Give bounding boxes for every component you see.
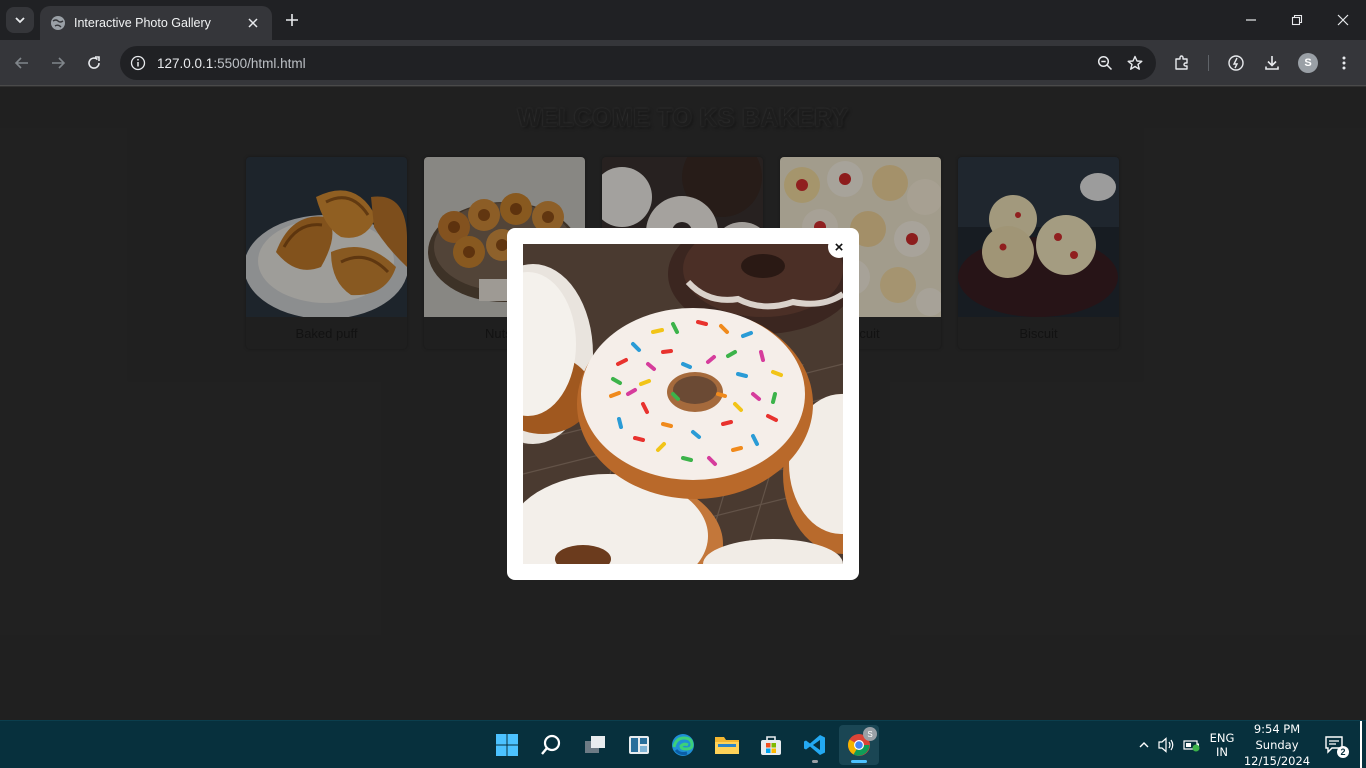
performance-button[interactable] [1224,51,1248,75]
url-text[interactable]: 127.0.0.1:5500/html.html [157,56,1090,71]
chevron-down-icon [15,17,25,24]
close-window-button[interactable] [1320,0,1366,40]
microsoft-store-app[interactable] [751,725,791,765]
clock-time: 9:54 PM [1253,722,1301,736]
minimize-icon [1246,19,1256,21]
vscode-app[interactable] [795,725,835,765]
minimize-button[interactable] [1228,0,1274,40]
battery-charging-icon [1183,740,1200,752]
chrome-app[interactable]: S [839,725,879,765]
browser-tab-active[interactable]: Interactive Photo Gallery [40,6,272,40]
chrome-active-indicator [851,760,867,763]
battery-button[interactable] [1181,721,1203,768]
arrow-right-icon [52,57,66,69]
browser-toolbar: 127.0.0.1:5500/html.html S [0,40,1366,86]
speaker-icon [1158,737,1174,753]
page-viewport: WELCOME TO KS BAKERY Baked puff Nuts B B… [0,87,1366,720]
back-button[interactable] [10,51,34,75]
plus-icon [286,14,298,26]
windows-logo-icon [496,734,518,756]
chevron-up-icon [1139,742,1149,748]
volume-button[interactable] [1156,721,1178,768]
speedometer-icon [1228,55,1244,71]
windows-taskbar: S ENG IN 9:54 PM Sunday 12/15/2024 2 [0,720,1366,768]
show-desktop-edge[interactable] [1360,721,1362,768]
system-clock[interactable]: 9:54 PM Sunday 12/15/2024 [1242,721,1312,768]
vscode-icon [804,735,825,755]
file-explorer-app[interactable] [707,725,747,765]
clock-day: Sunday [1255,738,1299,752]
restore-button[interactable] [1274,0,1320,40]
store-icon [761,736,781,755]
task-view-button[interactable] [575,725,615,765]
extensions-button[interactable] [1170,51,1194,75]
tab-title: Interactive Photo Gallery [74,16,211,30]
start-button[interactable] [487,725,527,765]
profile-avatar[interactable]: S [1298,53,1318,73]
tab-search-button[interactable] [6,7,34,33]
close-icon [1337,14,1349,26]
puzzle-icon [1175,55,1188,70]
notification-center-button[interactable]: 2 [1320,721,1350,768]
bookmark-star-icon[interactable] [1120,48,1150,78]
restore-icon [1291,14,1303,26]
vscode-running-indicator [812,760,818,763]
search-icon [541,734,561,755]
show-hidden-icons-button[interactable] [1134,721,1154,768]
sprinkle-donut-photo [523,244,843,564]
url-path: :5500/html.html [213,55,306,71]
modal-close-button[interactable]: × [828,236,850,258]
widgets-icon [629,736,649,754]
toolbar-separator [1208,55,1209,71]
widgets-button[interactable] [619,725,659,765]
globe-icon [51,16,65,30]
downloads-button[interactable] [1260,51,1284,75]
reload-button[interactable] [82,51,106,75]
chrome-profile-badge: S [863,727,877,741]
address-bar[interactable]: 127.0.0.1:5500/html.html [120,46,1156,80]
url-host: 127.0.0.1 [157,55,214,71]
language-indicator[interactable]: ENG IN [1205,721,1239,768]
notification-count-badge: 2 [1337,746,1349,758]
taskbar-search-button[interactable] [531,725,571,765]
tab-close-icon[interactable] [244,14,262,32]
more-vertical-icon [1342,56,1346,70]
browser-tabstrip: Interactive Photo Gallery [0,0,1366,40]
language-code: ENG [1209,731,1235,745]
edge-icon [672,734,694,756]
edge-app[interactable] [663,725,703,765]
image-modal [507,228,859,580]
clock-date: 12/15/2024 [1243,754,1311,768]
forward-button[interactable] [46,51,70,75]
folder-icon [715,737,739,754]
new-tab-button[interactable] [282,10,302,30]
chrome-menu-button[interactable] [1332,51,1356,75]
arrow-left-icon [14,57,28,69]
site-info-icon[interactable] [122,46,154,80]
zoom-icon[interactable] [1090,48,1120,78]
task-view-icon [585,736,605,753]
download-icon [1265,56,1279,70]
reload-icon [88,56,100,69]
region-code: IN [1216,745,1228,759]
